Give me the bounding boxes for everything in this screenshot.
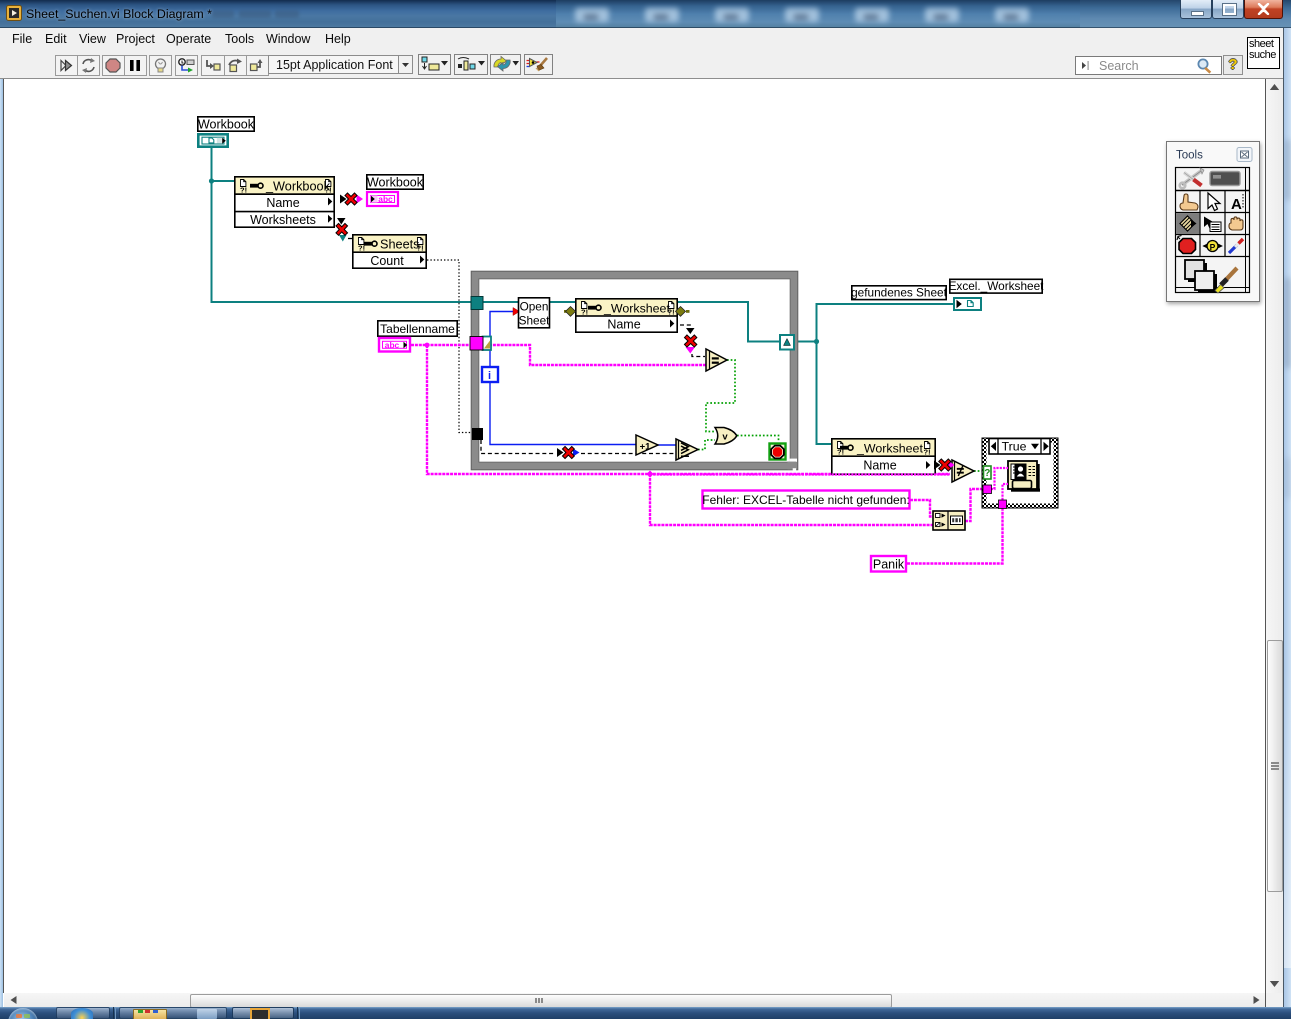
svg-text:A: A xyxy=(1231,196,1242,213)
svg-text:Sheet: Sheet xyxy=(519,314,551,328)
svg-text:Name: Name xyxy=(863,459,896,473)
svg-text:gefundenes Sheet: gefundenes Sheet xyxy=(851,286,947,300)
svg-text:v: v xyxy=(722,432,728,443)
svg-text:Workbook: Workbook xyxy=(198,118,255,132)
svg-text:Tools: Tools xyxy=(1176,150,1203,162)
svg-text:i: i xyxy=(488,370,491,382)
svg-text:Excel._Worksheet: Excel._Worksheet xyxy=(949,279,1045,293)
svg-text:?!: ?! xyxy=(581,308,588,317)
svg-text:?!: ?! xyxy=(240,186,247,195)
svg-text:Tabellenname: Tabellenname xyxy=(380,322,455,336)
svg-text:Sheets: Sheets xyxy=(380,238,420,252)
svg-text:Name: Name xyxy=(607,318,640,332)
svg-text:_Workbook: _Workbook xyxy=(265,180,331,194)
svg-text:?: ? xyxy=(984,468,990,479)
svg-text:_Worksheet: _Worksheet xyxy=(603,302,670,316)
svg-text:abc: abc xyxy=(385,340,400,350)
svg-text:Panik: Panik xyxy=(873,557,905,571)
svg-text:_Worksheet: _Worksheet xyxy=(856,442,923,456)
svg-text:P: P xyxy=(1210,242,1216,252)
svg-text:?!: ?! xyxy=(924,448,931,457)
svg-text:True: True xyxy=(1002,439,1027,453)
svg-text:Worksheets: Worksheets xyxy=(250,213,316,227)
svg-text:Workbook: Workbook xyxy=(367,176,424,190)
svg-text:Open: Open xyxy=(520,300,549,314)
svg-text:Name: Name xyxy=(266,196,299,210)
svg-text:+1: +1 xyxy=(640,442,652,453)
svg-text:Fehler: EXCEL-Tabelle nicht ge: Fehler: EXCEL-Tabelle nicht gefunden: xyxy=(702,493,909,507)
svg-text:abc: abc xyxy=(378,194,393,204)
svg-text:Count: Count xyxy=(370,254,404,268)
